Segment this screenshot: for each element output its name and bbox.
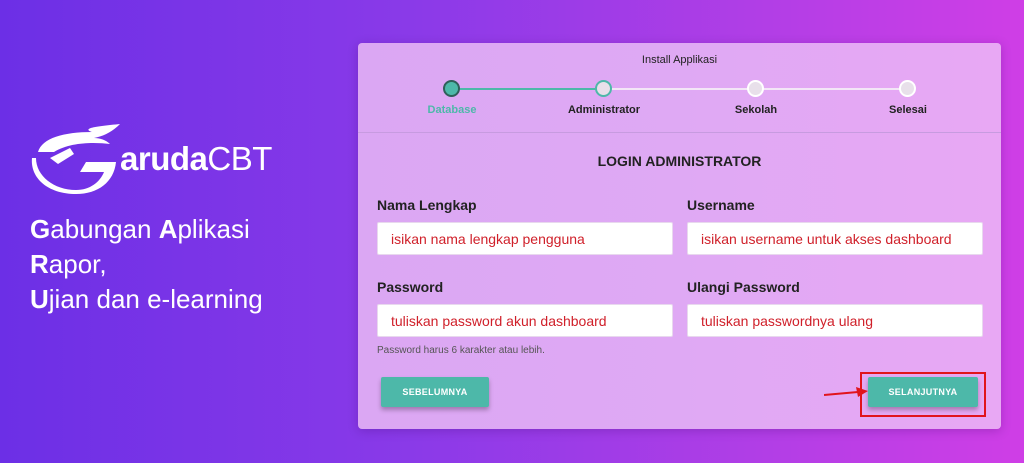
previous-button[interactable]: SEBELUMNYA (381, 377, 489, 407)
card-divider (358, 132, 1001, 133)
garuda-logo-icon (31, 124, 120, 194)
tagline-line-1: Gabungan Aplikasi (30, 214, 250, 244)
step-dot-database (443, 80, 460, 97)
password-label: Password (377, 279, 444, 295)
annotation-arrow-icon (824, 387, 868, 397)
repeat-password-label: Ulangi Password (687, 279, 800, 295)
annotation-highlight-box (860, 372, 986, 417)
install-card: Install Applikasi Database Administrator… (358, 43, 1001, 429)
brand-block: arudaCBT (30, 124, 330, 194)
username-label: Username (687, 197, 755, 213)
username-field[interactable]: isikan username untuk akses dashboard (687, 222, 983, 255)
step-label-sekolah: Sekolah (734, 104, 778, 116)
step-dot-administrator (595, 80, 612, 97)
repeat-password-field[interactable]: tuliskan passwordnya ulang (687, 304, 983, 337)
step-label-database: Database (427, 104, 477, 116)
password-hint: Password harus 6 karakter atau lebih. (377, 345, 545, 356)
form-title: LOGIN ADMINISTRATOR (597, 153, 762, 169)
logo-wordmark: arudaCBT (120, 140, 272, 177)
full-name-field[interactable]: isikan nama lengkap pengguna (377, 222, 673, 255)
step-dot-sekolah (747, 80, 764, 97)
logo: arudaCBT (30, 124, 330, 194)
step-label-administrator: Administrator (567, 104, 641, 116)
step-label-selesai: Selesai (889, 104, 927, 116)
step-dot-selesai (899, 80, 916, 97)
full-name-label: Nama Lengkap (377, 197, 477, 213)
brand-tagline: Gabungan Aplikasi Rapor, Ujian dan e-lea… (30, 212, 263, 317)
install-title: Install Applikasi (641, 54, 718, 66)
password-field[interactable]: tuliskan password akun dashboard (377, 304, 673, 337)
tagline-line-3: Ujian dan e-learning (30, 284, 263, 314)
tagline-line-2: Rapor, (30, 249, 107, 279)
progress-line-complete (451, 88, 603, 90)
